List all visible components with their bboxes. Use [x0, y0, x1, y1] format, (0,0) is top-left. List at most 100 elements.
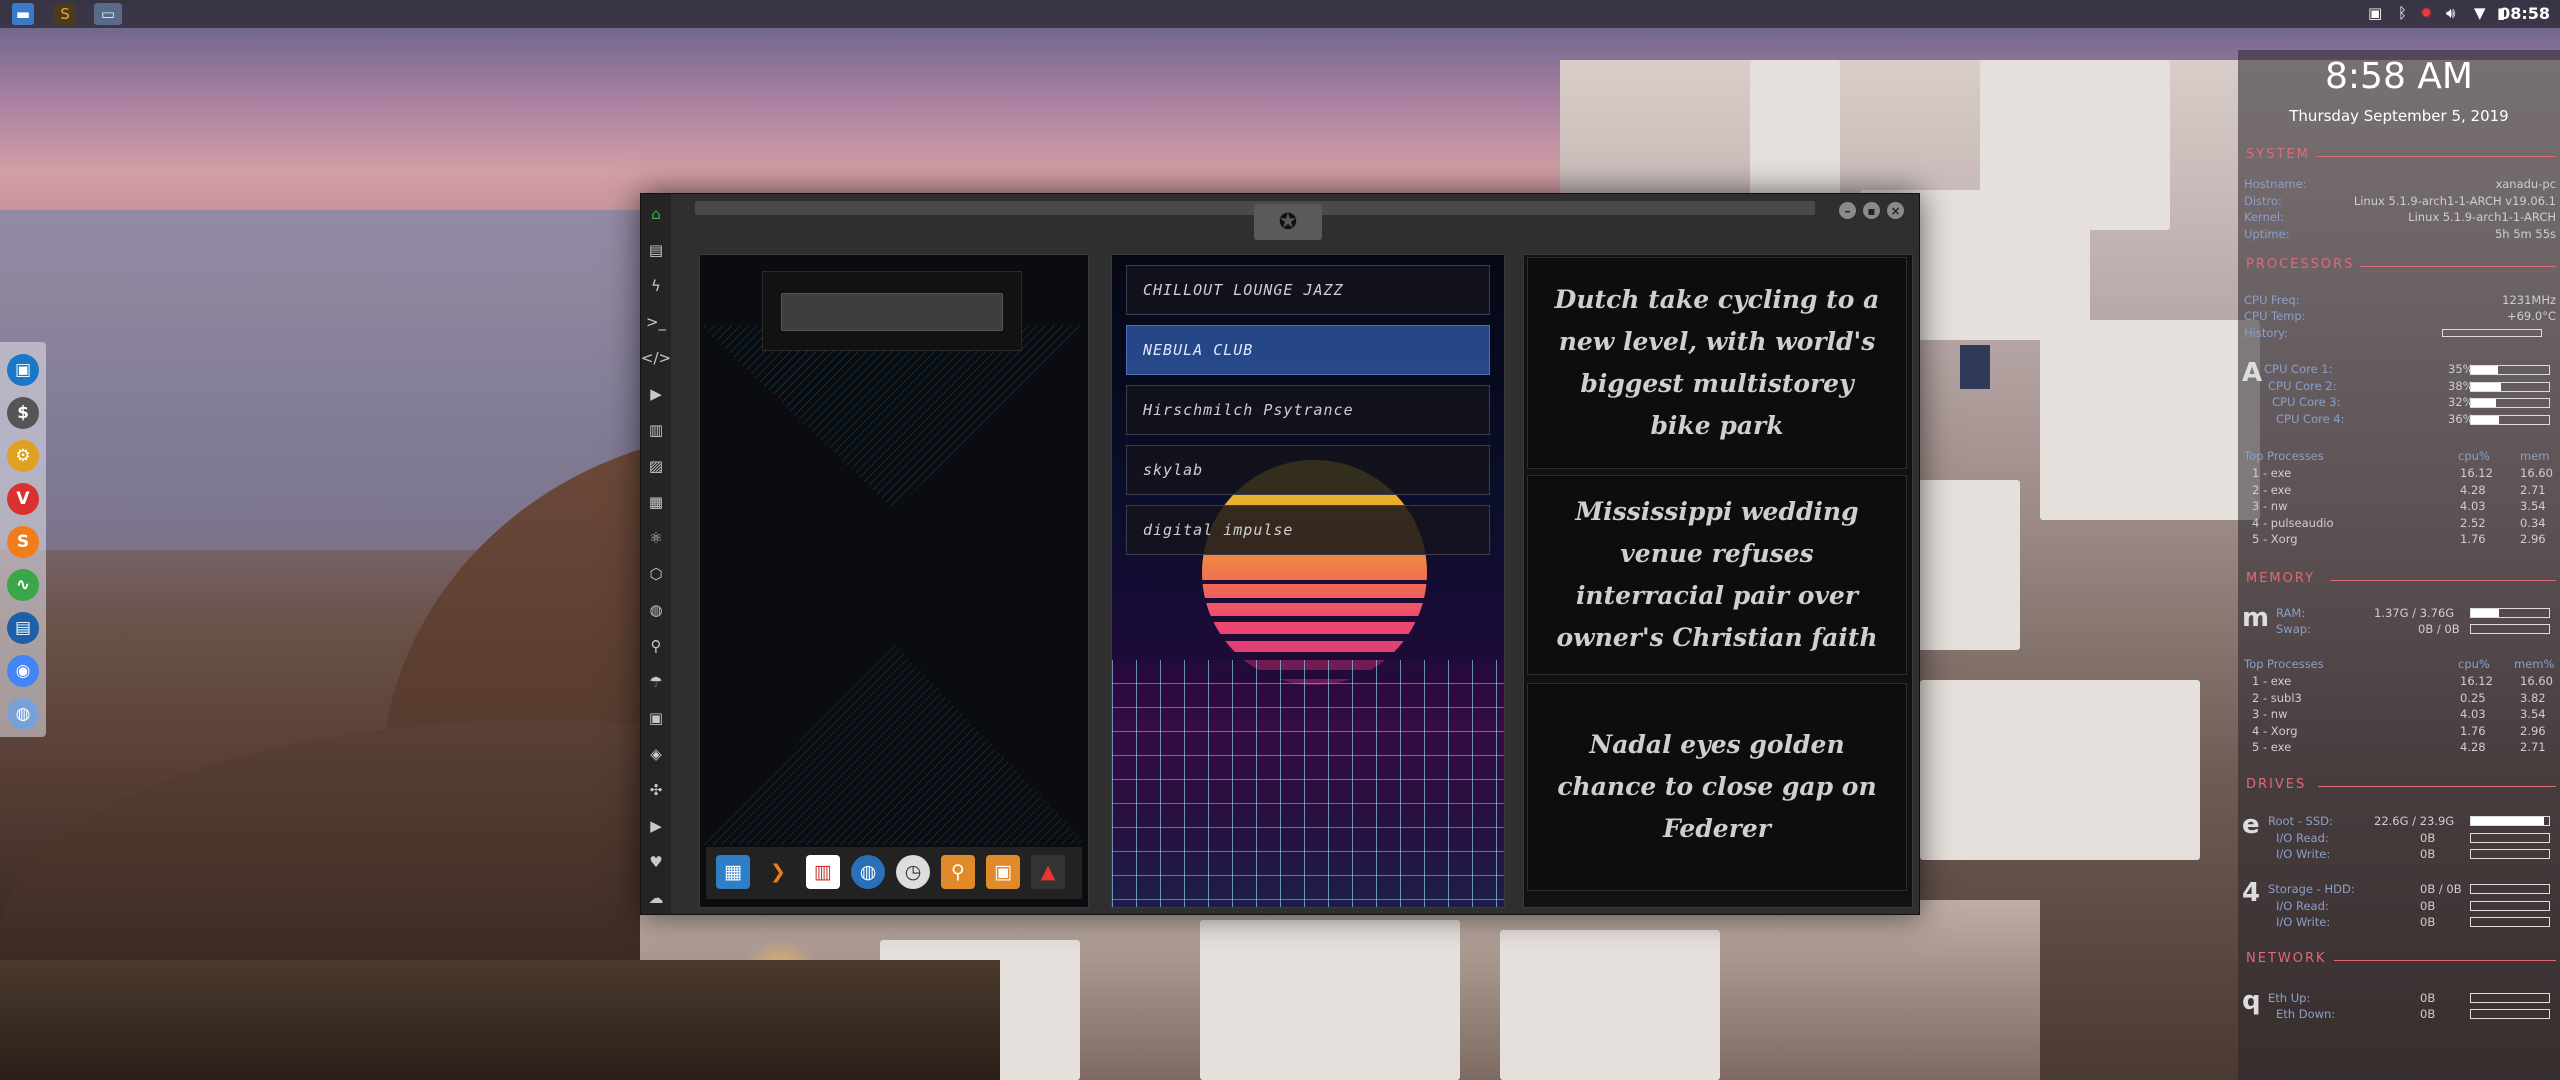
sidebar-youtube-icon[interactable]: ▶	[641, 811, 671, 841]
storage-write-value: 0B	[2420, 915, 2436, 929]
calendar-icon[interactable]: ▥	[806, 855, 840, 889]
ram-label: RAM:	[2276, 606, 2306, 620]
activity-icon[interactable]: ∿	[7, 569, 39, 601]
maximize-button[interactable]: ▪	[1863, 202, 1880, 219]
system-row-value: 5h 5m 55s	[2494, 226, 2556, 241]
search-app-icon[interactable]: ⚲	[941, 855, 975, 889]
workspace-icon[interactable]: ▭	[94, 3, 122, 25]
calculator-icon[interactable]: ▦	[716, 855, 750, 889]
cpu-freq-label: CPU Freq:	[2244, 293, 2300, 307]
cpu-core-bar	[2470, 381, 2550, 392]
news-item[interactable]: Dutch take cycling to a new level, with …	[1527, 257, 1907, 469]
sidebar-contact-icon[interactable]: ▣	[641, 703, 671, 733]
cpu-core-label: CPU Core 2:	[2268, 378, 2337, 393]
playlist-item[interactable]: digital impulse	[1126, 505, 1490, 555]
sidebar-cloud-icon[interactable]: ☁	[641, 883, 671, 913]
sublime-app-icon[interactable]: S	[7, 526, 39, 558]
news-item[interactable]: Mississippi wedding venue refuses interr…	[1527, 475, 1907, 675]
network-heading: NETWORK	[2246, 951, 2327, 966]
sidebar-image-icon[interactable]: ▨	[641, 451, 671, 481]
remote-desktop-icon[interactable]: ▤	[7, 612, 39, 644]
money-app-icon[interactable]: $	[7, 397, 39, 429]
swap-bar	[2470, 624, 2550, 634]
playlist-item[interactable]: Hirschmilch Psytrance	[1126, 385, 1490, 435]
process-stat: 0.34	[2520, 515, 2546, 530]
storage-drive-value: 0B / 0B	[2420, 882, 2462, 896]
network-grid-icon[interactable]: ◍	[7, 698, 39, 730]
cpu-col2: mem	[2520, 449, 2550, 463]
sidebar-terminal-icon[interactable]: >_	[641, 307, 671, 337]
mem-col1: cpu%	[2458, 657, 2490, 671]
system-row-label: Distro:	[2244, 193, 2282, 208]
root-write-bar	[2470, 849, 2550, 859]
files-app-icon[interactable]: ▣	[7, 354, 39, 386]
processor-glyph: A	[2242, 358, 2263, 388]
process-stat: 4.28	[2460, 482, 2486, 497]
sublime-icon[interactable]: S	[54, 3, 76, 25]
sidebar-book-icon[interactable]: ▥	[641, 415, 671, 445]
volume-icon[interactable]: 🔊︎	[2446, 4, 2455, 22]
screenshot-tray-icon[interactable]: ▣	[2368, 4, 2382, 22]
search-input[interactable]	[781, 293, 1003, 331]
system-row-label: Kernel:	[2244, 210, 2285, 224]
sidebar-heart-icon[interactable]: ♥	[641, 847, 671, 877]
storage-drive-glyph: 4	[2242, 878, 2261, 908]
globe-icon[interactable]: ◍	[851, 855, 885, 889]
sidebar-document-icon[interactable]: ▤	[641, 235, 671, 265]
sidebar-dev-icon[interactable]: ◈	[641, 739, 671, 769]
sidebar-globe-icon[interactable]: ◍	[641, 595, 671, 625]
close-button[interactable]: ×	[1887, 202, 1904, 219]
vivaldi-icon[interactable]: V	[7, 483, 39, 515]
playlist-item[interactable]: CHILLOUT LOUNGE JAZZ	[1126, 265, 1490, 315]
chrome-icon[interactable]: ◉	[7, 655, 39, 687]
eth-up-value: 0B	[2420, 991, 2436, 1005]
sidebar-react-icon[interactable]: ⚛	[641, 523, 671, 553]
eth-down-value: 0B	[2420, 1007, 2436, 1021]
process-name: 3 - nw	[2252, 707, 2288, 721]
system-heading: SYSTEM	[2246, 147, 2310, 162]
notification-icon[interactable]: ✹	[2420, 4, 2433, 22]
playlist-item[interactable]: NEBULA CLUB	[1126, 325, 1490, 375]
sidebar-lightning-icon[interactable]: ϟ	[641, 271, 671, 301]
settings-app-icon[interactable]: ⚙	[7, 440, 39, 472]
mem-top-processes-title: Top Processes	[2244, 657, 2324, 671]
sidebar-hexagon-icon[interactable]: ⬡	[641, 559, 671, 589]
files-icon[interactable]: ▬	[12, 3, 34, 25]
bluetooth-icon[interactable]: ᛒ	[2398, 4, 2407, 22]
cpu-history-label: History:	[2244, 326, 2288, 340]
geometric-pattern	[700, 325, 1088, 845]
process-name: 2 - exe	[2252, 482, 2292, 497]
clock-icon[interactable]: ◷	[896, 855, 930, 889]
root-drive-label: Root - SSD:	[2268, 814, 2333, 828]
network-glyph: q	[2242, 986, 2261, 1016]
sidebar-search-icon[interactable]: ⚲	[641, 631, 671, 661]
sidebar-code-icon[interactable]: </>	[641, 343, 671, 373]
process-stat: 4.03	[2460, 499, 2486, 513]
process-stat: 2.52	[2460, 515, 2486, 530]
sidebar-home-icon[interactable]: ⌂	[641, 199, 671, 229]
root-drive-value: 22.6G / 23.9G	[2374, 814, 2455, 828]
wifi-icon[interactable]: ▼	[2474, 4, 2486, 22]
process-stat: 2.71	[2520, 740, 2546, 754]
root-drive-bar	[2470, 816, 2550, 826]
process-name: 3 - nw	[2252, 499, 2288, 513]
app-sidebar: ⌂ ▤ ϟ >_ </> ▶ ▥ ▨ ▦ ⚛ ⬡ ◍ ⚲ ☂ ▣ ◈ ✣ ▶ ♥ ☁	[641, 194, 671, 914]
sidebar-umbrella-icon[interactable]: ☂	[641, 667, 671, 697]
cpu-core-bar	[2470, 398, 2550, 408]
process-name: 2 - subl3	[2252, 690, 2302, 705]
minimize-button[interactable]: –	[1839, 202, 1856, 219]
cpu-core-label: CPU Core 3:	[2272, 395, 2341, 409]
alert-app-icon[interactable]: ▲	[1031, 855, 1065, 889]
playlist-item[interactable]: skylab	[1126, 445, 1490, 495]
eth-up-bar	[2470, 993, 2550, 1003]
news-item[interactable]: Nadal eyes golden chance to close gap on…	[1527, 683, 1907, 891]
panel-clock[interactable]: 08:58	[2499, 4, 2550, 23]
sidebar-play-icon[interactable]: ▶	[641, 379, 671, 409]
sidebar-newspaper-icon[interactable]: ▦	[641, 487, 671, 517]
sidebar-expand-icon[interactable]: ✣	[641, 775, 671, 805]
cpu-core-bar	[2470, 365, 2550, 375]
image-viewer-icon[interactable]: ▣	[986, 855, 1020, 889]
top-panel: ▬ S ▭ ▣ ᛒ ✹ 🔊︎ ▼ ▮ 08:58	[0, 0, 2560, 28]
root-write-label: I/O Write:	[2276, 847, 2331, 861]
terminal-arrow-icon[interactable]: ❯	[761, 855, 795, 889]
